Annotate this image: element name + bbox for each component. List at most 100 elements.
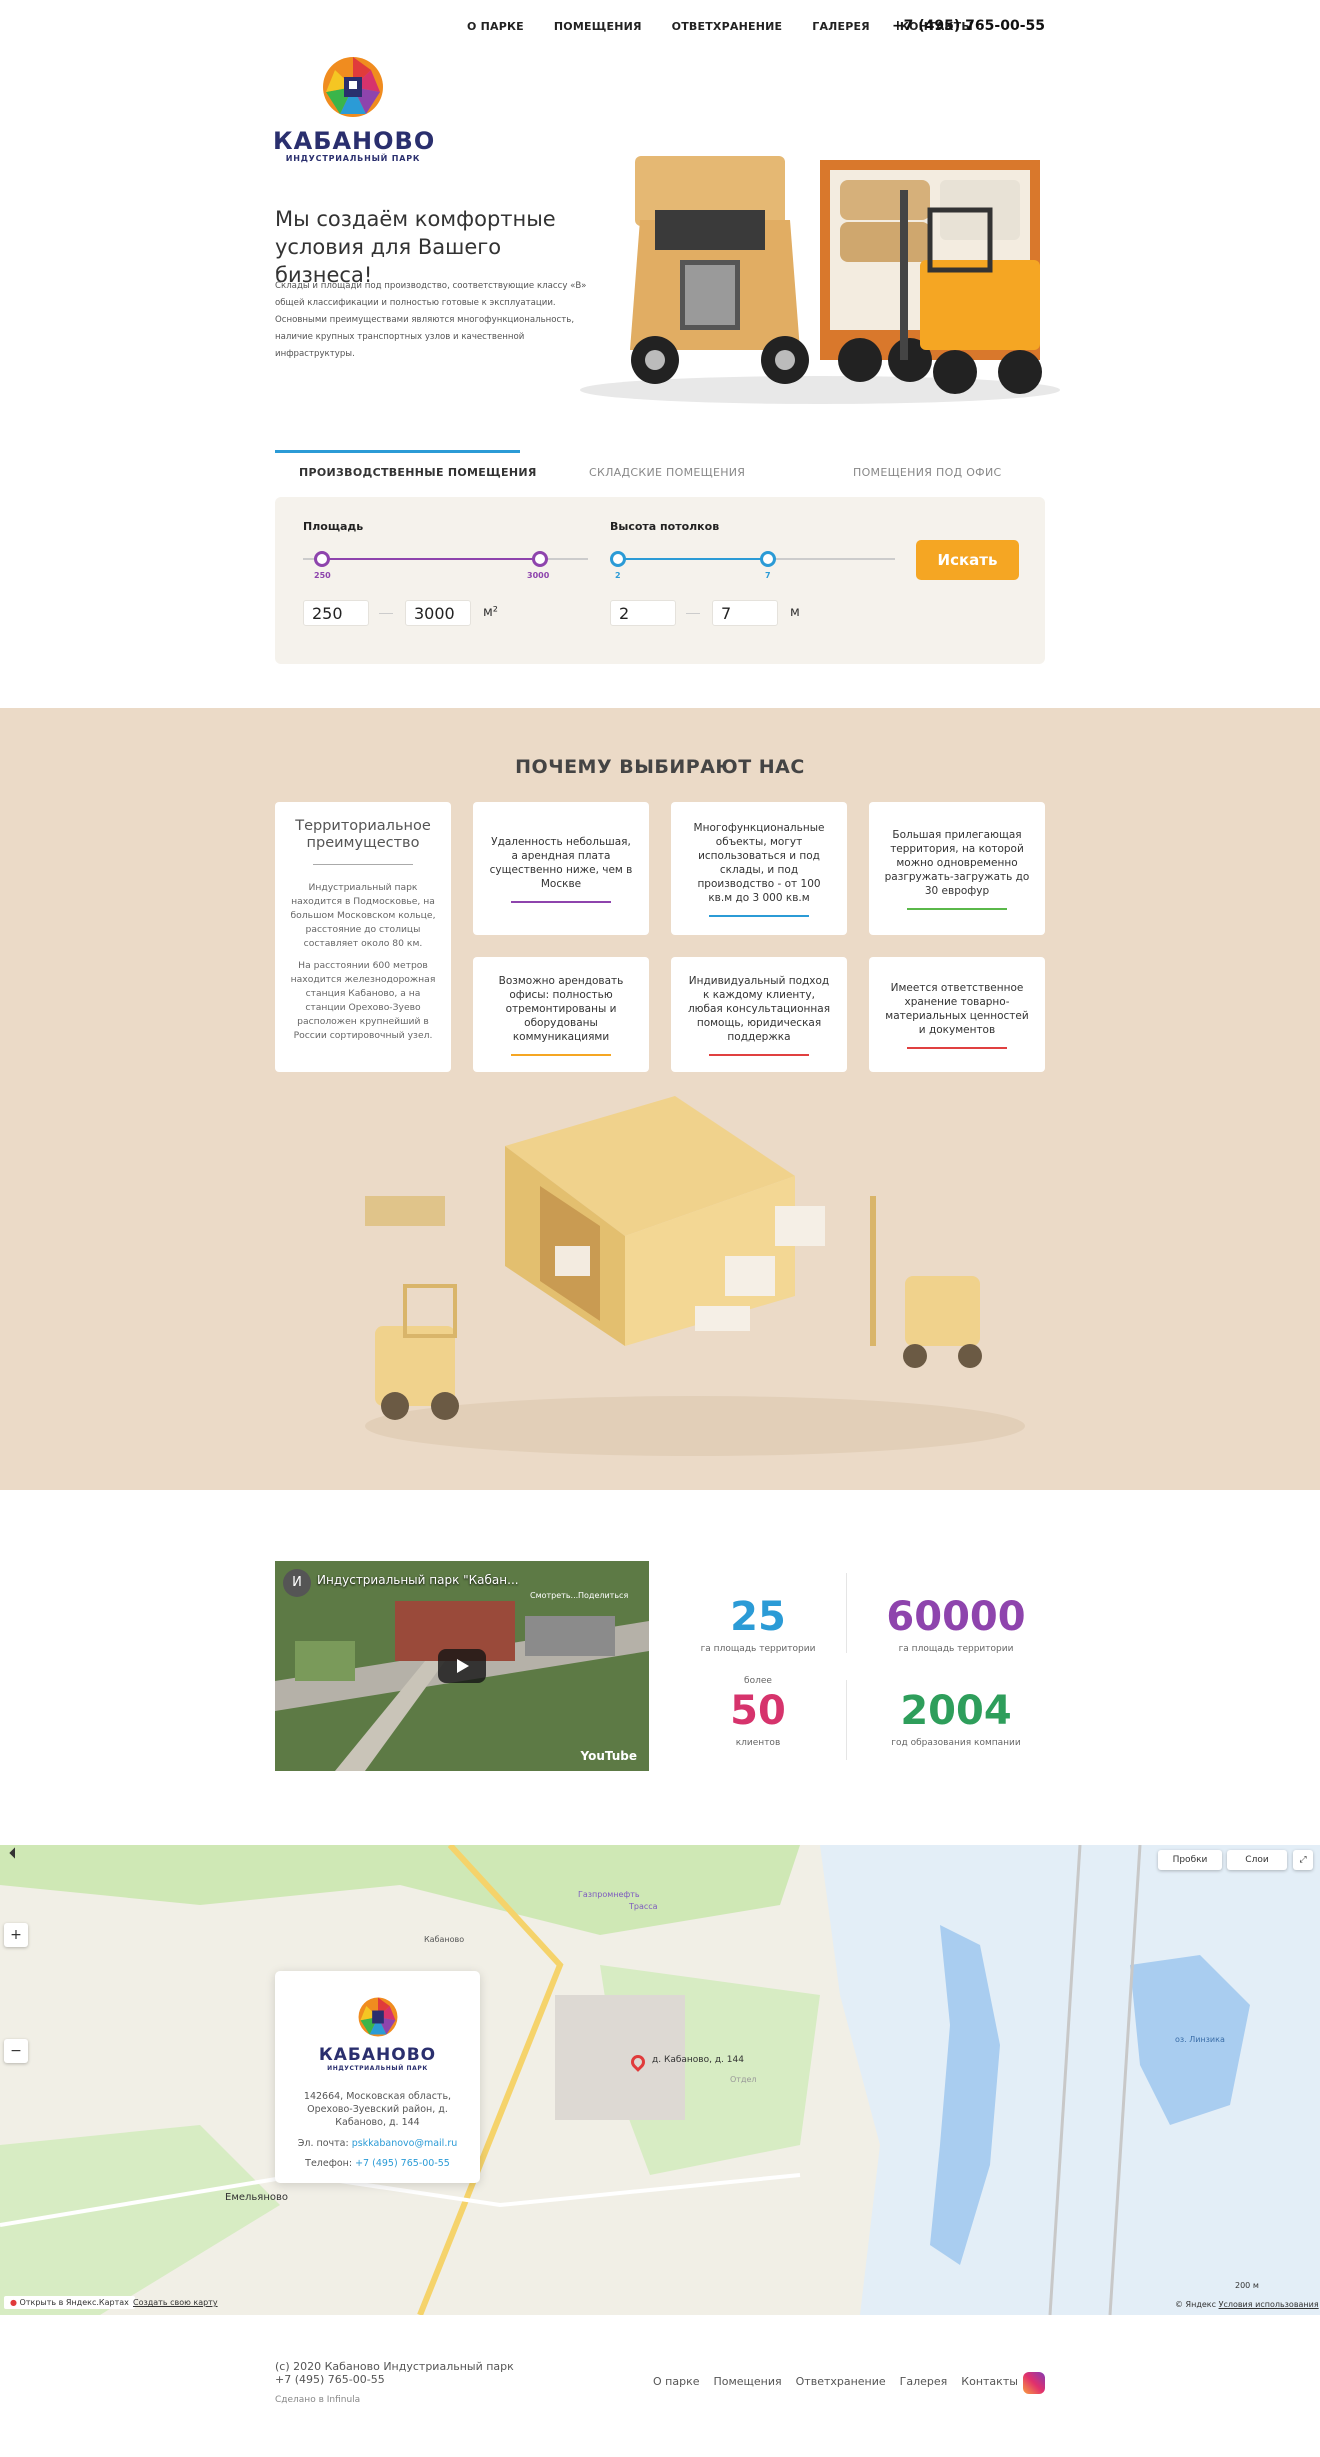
layers-button[interactable]: Слои: [1227, 1850, 1287, 1870]
advantage-accent: [709, 1053, 809, 1056]
active-tab-indicator: [275, 450, 520, 453]
card-logo-subtitle: ИНДУСТРИАЛЬНЫЙ ПАРК: [327, 2065, 428, 2072]
warehouse-illustration: [365, 1096, 1025, 1456]
advantage-accent: [709, 914, 809, 917]
territory-text-1: Индустриальный парк находится в Подмоско…: [290, 882, 436, 949]
advantage-text: Удаленность небольшая, а арендная плата …: [489, 835, 633, 890]
traffic-label: Пробки: [1172, 1855, 1208, 1865]
stat-value: 60000: [886, 1594, 1026, 1640]
area-from-input[interactable]: 250: [303, 600, 369, 626]
share-label[interactable]: Поделиться: [578, 1591, 628, 1600]
advantage-text: Имеется ответственное хранение товарно-м…: [885, 981, 1029, 1036]
tab-production[interactable]: ПРОИЗВОДСТВЕННЫЕ ПОМЕЩЕНИЯ: [299, 466, 537, 479]
video-player[interactable]: И Индустриальный парк "Кабан... Смотреть…: [275, 1561, 649, 1771]
height-slider-fill: [618, 558, 768, 560]
open-in-yandex-label: Открыть в Яндекс.Картах: [19, 2298, 129, 2307]
tab-storage[interactable]: СКЛАДСКИЕ ПОМЕЩЕНИЯ: [589, 466, 745, 479]
open-in-yandex-link[interactable]: ● Открыть в Яндекс.Картах: [4, 2296, 135, 2309]
nav-link-gallery[interactable]: ГАЛЕРЕЯ: [812, 20, 870, 33]
youtube-logo[interactable]: YouTube: [580, 1749, 637, 1763]
nav-link-about[interactable]: О ПАРКЕ: [467, 20, 524, 33]
why-us-section: ПОЧЕМУ ВЫБИРАЮТ НАС Территориальное преи…: [0, 708, 1320, 1490]
logo-icon: [323, 57, 383, 117]
instagram-icon[interactable]: [1023, 2372, 1045, 2394]
stat-item: 25 га площадь территории: [658, 1582, 858, 1654]
stat-label: га площадь территории: [700, 1644, 816, 1654]
play-button[interactable]: [438, 1649, 486, 1683]
stat-item: 2004 год образования компании: [856, 1676, 1056, 1748]
height-min-handle[interactable]: [610, 551, 626, 567]
minus-icon: −: [10, 2043, 22, 2059]
footer-link-storage[interactable]: Ответхранение: [796, 2375, 886, 2388]
advantage-card: Возможно арендовать офисы: полностью отр…: [473, 957, 649, 1072]
footer-link-premises[interactable]: Помещения: [713, 2375, 781, 2388]
search-button[interactable]: Искать: [916, 540, 1019, 580]
copyright-text: © Яндекс: [1175, 2300, 1217, 2309]
stat-divider: [846, 1680, 847, 1760]
logo[interactable]: КАБАНОВО ИНДУСТРИАЛЬНЫЙ ПАРК: [273, 50, 436, 163]
footer-nav: О парке Помещения Ответхранение Галерея …: [653, 2375, 1018, 2388]
zoom-in-button[interactable]: +: [4, 1923, 28, 1947]
footer-made-by[interactable]: Сделано в Infinula: [275, 2395, 1045, 2405]
stat-label: клиентов: [735, 1738, 781, 1748]
map-place-label: Кабаново: [424, 1935, 465, 1944]
height-min-tick: 2: [615, 571, 621, 580]
height-to-input[interactable]: 7: [712, 600, 778, 626]
channel-avatar[interactable]: И: [283, 1569, 311, 1597]
nav-link-storage[interactable]: ОТВЕТХРАНЕНИЕ: [672, 20, 783, 33]
advantage-card-territory: Территориальное преимущество Индустриаль…: [275, 802, 451, 1072]
map-scale: 200 м: [1235, 2281, 1259, 2290]
tab-office[interactable]: ПОМЕЩЕНИЯ ПОД ОФИС: [853, 466, 1001, 479]
create-map-link[interactable]: Создать свою карту: [133, 2298, 218, 2307]
area-min-tick: 250: [314, 571, 331, 580]
phone-link[interactable]: +7 (495) 765-00-55: [355, 2158, 450, 2169]
territory-divider: [313, 864, 413, 865]
stat-prefix: [856, 1582, 1056, 1594]
nav-link-premises[interactable]: ПОМЕЩЕНИЯ: [554, 20, 642, 33]
height-max-handle[interactable]: [760, 551, 776, 567]
footer: (с) 2020 Кабаново Индустриальный парк +7…: [275, 2360, 1045, 2420]
pin-icon: ●: [10, 2298, 17, 2307]
zoom-out-button[interactable]: −: [4, 2039, 28, 2063]
contact-address: 142664, Московская область, Орехово-Зуев…: [303, 2091, 452, 2128]
map-tiles: [0, 1845, 1320, 2315]
email-link[interactable]: pskkabanovo@mail.ru: [352, 2138, 458, 2149]
footer-link-contacts[interactable]: Контакты: [961, 2375, 1018, 2388]
advantage-accent: [511, 900, 611, 903]
premises-tabs: ПРОИЗВОДСТВЕННЫЕ ПОМЕЩЕНИЯ СКЛАДСКИЕ ПОМ…: [275, 450, 1045, 490]
map-place-label: Отдел: [730, 2075, 757, 2084]
logo-name: КАБАНОВО: [273, 127, 436, 155]
terms-link[interactable]: Условия использования: [1219, 2300, 1319, 2309]
contact-card: КАБАНОВО ИНДУСТРИАЛЬНЫЙ ПАРК 142664, Мос…: [275, 1971, 480, 2183]
map-copyright: © Яндекс Условия использования: [1175, 2300, 1319, 2309]
footer-link-about[interactable]: О парке: [653, 2375, 699, 2388]
contact-email-row: Эл. почта: pskkabanovo@mail.ru: [275, 2138, 480, 2149]
area-dash: [379, 613, 393, 614]
territory-text-2: На расстоянии 600 метров находится желез…: [290, 960, 436, 1041]
map-location-button[interactable]: [8, 1846, 24, 1862]
email-label: Эл. почта:: [297, 2138, 349, 2149]
why-us-title: ПОЧЕМУ ВЫБИРАЮТ НАС: [515, 756, 805, 778]
phone-label: Телефон:: [305, 2158, 353, 2169]
logo-icon: [358, 1997, 397, 2037]
footer-link-gallery[interactable]: Галерея: [900, 2375, 948, 2388]
video-title[interactable]: Индустриальный парк "Кабан...: [317, 1573, 519, 1587]
advantage-accent: [907, 907, 1007, 910]
height-max-tick: 7: [765, 571, 771, 580]
nav-phone[interactable]: +7 (495) 765-00-55: [892, 18, 1045, 34]
watch-later-label[interactable]: Смотреть...: [530, 1591, 578, 1600]
yandex-map[interactable]: + − Пробки Слои ⤢ д. Кабаново, д. 144 Ка…: [0, 1845, 1320, 2315]
fullscreen-button[interactable]: ⤢: [1293, 1850, 1313, 1870]
area-to-input[interactable]: 3000: [405, 600, 471, 626]
traffic-button[interactable]: Пробки: [1158, 1850, 1222, 1870]
stat-item: более 50 клиентов: [658, 1676, 858, 1748]
height-from-input[interactable]: 2: [610, 600, 676, 626]
advantage-text: Многофункциональные объекты, могут испол…: [693, 821, 825, 904]
height-label: Высота потолков: [610, 520, 720, 533]
area-min-handle[interactable]: [314, 551, 330, 567]
logo-subtitle: ИНДУСТРИАЛЬНЫЙ ПАРК: [285, 154, 421, 163]
advantage-card: Имеется ответственное хранение товарно-м…: [869, 957, 1045, 1072]
area-max-handle[interactable]: [532, 551, 548, 567]
expand-icon: ⤢: [1299, 1855, 1307, 1865]
stat-prefix: более: [744, 1676, 772, 1686]
